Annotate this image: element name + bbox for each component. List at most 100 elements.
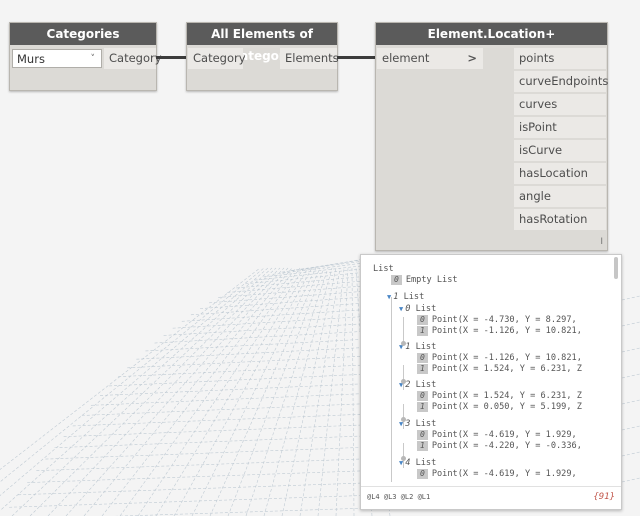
tree-node-dot [401,341,406,346]
preview-tree[interactable]: List 0 Empty List ▼ 1 List ▼ 0 List 0 Point(X =… [361,255,611,485]
grid-line [191,267,317,516]
tree-guide-line [391,297,392,482]
preview-list-header[interactable]: ▼ 1 List [387,292,424,303]
chevron-down-icon: ˅ [90,54,96,64]
row-text: List [415,380,437,390]
output-port-points[interactable]: points [514,48,606,69]
row-text: Empty List [405,275,458,285]
row-text: List [415,458,437,468]
output-port-isPoint[interactable]: isPoint [514,117,606,138]
row-text: Point(X = -1.126, Y = 10.821, [431,326,582,336]
wire-category-to-all-elements[interactable] [156,56,186,59]
preview-list-item: 0 Point(X = -4.730, Y = 8.297, [417,315,577,326]
row-text: Point(X = -4.730, Y = 8.297, [431,315,577,325]
grid-line [119,267,301,516]
row-text: Point(X = -4.619, Y = 1.929, [431,469,577,479]
grid-line [0,267,273,512]
tree-node-dot [401,456,406,461]
list-index: 1 [393,292,404,302]
tree-guide-line [403,365,404,390]
element-location-node-title[interactable]: Element.Location+ [376,23,607,45]
category-dropdown-value: Murs [17,52,45,66]
list-index: 2 [405,380,416,390]
categories-node-title[interactable]: Categories [10,23,156,45]
output-port-hasRotation[interactable]: hasRotation [514,209,606,230]
row-text: Point(X = -4.619, Y = 1.929, [431,430,577,440]
preview-list-item: 0 Point(X = -1.126, Y = 10.821, [417,353,582,364]
grid-line [63,424,371,437]
item-index-badge: 1 [417,402,428,412]
row-text: List [415,342,437,352]
element-input-port-label: element [382,51,430,65]
preview-list-item: 0 Point(X = -4.619, Y = 1.929, [417,469,577,480]
grid-line [621,451,640,457]
grid-line [72,413,371,427]
row-text: Point(X = 1.524, Y = 6.231, Z [431,391,582,401]
grid-line [199,296,371,309]
all-elements-node-title[interactable]: All Elements of Category [187,23,337,63]
grid-line [9,494,371,508]
categories-node[interactable]: Categories Murs ˅ Category [9,22,162,91]
list-index: 4 [405,458,416,468]
preview-list-item: 1 Point(X = 1.524, Y = 6.231, Z [417,364,582,375]
category-dropdown[interactable]: Murs ˅ [12,49,102,68]
all-elements-of-category-node[interactable]: All Elements of Category Category Elemen… [186,22,339,91]
list-index: 3 [405,419,416,429]
grid-line [254,267,371,281]
grid-line [621,373,640,379]
grid-line [114,507,371,516]
grid-line [272,261,371,275]
row-text: List [415,304,437,314]
output-port-isCurve[interactable]: isCurve [514,140,606,161]
item-index-badge: 0 [417,391,428,401]
categories-output-port[interactable]: Category [104,48,162,69]
preview-footer: @L4 @L3 @L2 @L1 {91} [361,486,621,509]
item-index-badge: 0 [417,353,428,363]
grid-line [172,315,371,329]
grid-line [621,347,640,353]
node-footer-mark: I [600,237,603,247]
output-port-curveEndpoints[interactable]: curveEndpoints [514,71,608,92]
preview-list-header[interactable]: ▼ 0 List [399,304,436,315]
grid-line [163,323,371,336]
wire-elements-to-location[interactable] [337,56,376,59]
categories-output-port-label: Category [109,51,162,65]
grid-line [47,267,285,516]
row-text: List [415,419,437,429]
output-port-angle[interactable]: angle [514,186,606,207]
element-input-port[interactable]: element > [377,48,483,69]
item-index-badge: 0 [417,469,428,479]
grid-line [621,295,640,301]
grid-line [621,399,640,405]
item-count-label: {91} [593,492,615,502]
all-elements-output-port[interactable]: Elements [280,48,339,69]
collapse-triangle-icon[interactable]: ▼ [399,305,403,313]
grid-line [155,267,309,516]
grid-line [27,470,371,483]
preview-list-item: 1 Point(X = -4.220, Y = -0.336, [417,441,582,452]
all-elements-input-port[interactable]: Category [188,48,246,69]
row-text: List [403,292,425,302]
element-location-node[interactable]: Element.Location+ element > points curveE… [375,22,608,251]
row-text: Point(X = -4.220, Y = -0.336, [431,441,582,451]
grid-line [83,267,293,516]
output-port-hasLocation[interactable]: hasLocation [514,163,606,184]
grid-line [227,267,325,516]
grid-line [101,267,297,516]
watch-preview-bubble[interactable]: List 0 Empty List ▼ 1 List ▼ 0 List 0 Point(X =… [360,254,622,510]
item-index-badge: 0 [417,315,428,325]
preview-list-item: 0 Empty List [391,275,458,286]
item-index-badge: 0 [391,275,402,285]
list-index: 0 [405,304,416,314]
preview-scrollbar[interactable] [614,257,618,279]
grid-line [36,458,371,471]
grid-line [621,321,640,327]
grid-line [118,364,371,378]
grid-line [190,302,371,316]
grid-line [18,482,371,496]
grid-line [137,267,305,516]
grid-line [181,309,371,322]
item-index-badge: 1 [417,364,428,374]
output-port-curves[interactable]: curves [514,94,606,115]
list-index: 1 [405,342,416,352]
